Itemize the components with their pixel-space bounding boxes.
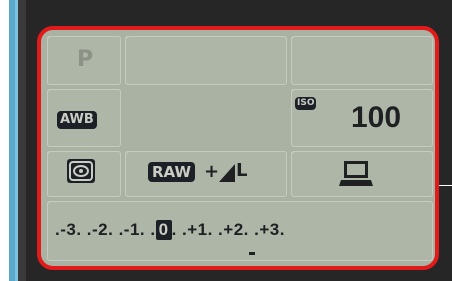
raw-quality-badge: RAW — [148, 162, 196, 182]
metering-cell[interactable] — [47, 151, 121, 197]
aperture-cell[interactable] — [125, 36, 287, 85]
quality-plus: + — [204, 161, 220, 182]
exposure-zero: 0 — [155, 220, 172, 240]
exposure-scale: .-3. .-2. .-1. .0. .+1. .+2. .+3. — [55, 220, 433, 248]
computer-icon — [339, 160, 373, 192]
large-size-icon — [219, 164, 235, 186]
image-quality-cell[interactable]: RAW + L — [125, 151, 287, 197]
iso-label: ISO — [295, 97, 317, 110]
left-sidebar-edge — [9, 0, 26, 281]
shooting-mode-value: P — [77, 47, 94, 72]
shooting-mode-cell[interactable]: P — [47, 36, 121, 85]
quality-size-letter: L — [236, 160, 248, 181]
iso-value: 100 — [351, 101, 402, 134]
evaluative-metering-icon — [67, 159, 95, 183]
destination-cell[interactable] — [291, 151, 433, 197]
white-balance-cell[interactable]: AWB — [47, 89, 121, 147]
sidebar-stripe-highlight — [15, 0, 18, 281]
exposure-level-marker — [249, 252, 255, 255]
exposure-scale-left: .-3. .-2. .-1. . — [55, 220, 156, 239]
shutter-cell[interactable] — [291, 36, 433, 85]
quick-control-panel: P AWB ISO 100 RAW + L .-3. .-2. .-1. . 0… — [37, 26, 439, 270]
iso-cell[interactable]: ISO 100 — [291, 89, 433, 147]
exposure-scale-right: . .+1. .+2. .+3. — [171, 220, 285, 239]
white-balance-value: AWB — [57, 111, 97, 129]
